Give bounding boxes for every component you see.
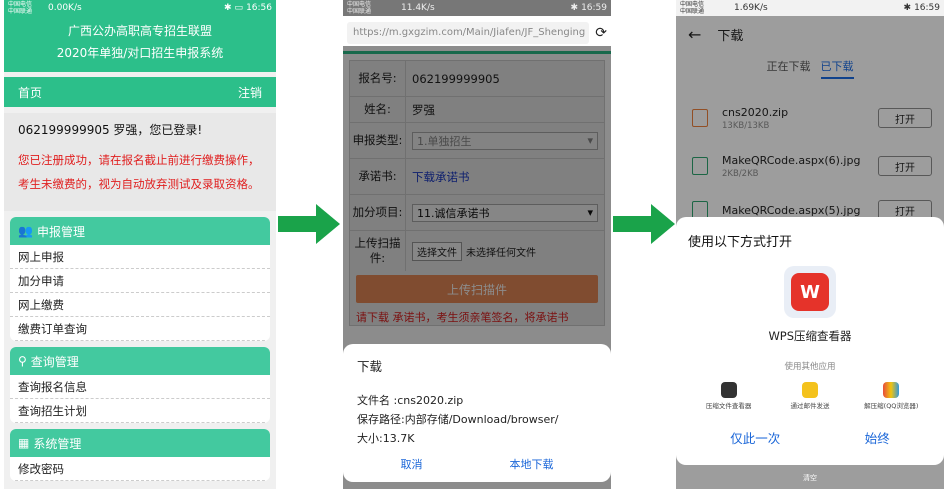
speed: 1.69K/s (734, 3, 768, 13)
battery-icon: ▭ (234, 3, 244, 13)
refresh-icon[interactable]: ⟳ (595, 25, 607, 41)
save-path: 保存路径:内部存储/Download/browser/ (357, 413, 559, 426)
menu-query: ⚲ 查询管理 查询报名信息 查询招生计划 (10, 347, 270, 423)
page-header: 广西公办高职高专招生联盟 2020年单独/对口招生申报系统 (4, 16, 276, 72)
carrier-1: 中国电信 (8, 1, 33, 8)
phone-screen-2: 中国电信 中国联通 11.4K/s ✱ 16:59 https://m.gxgzim… (343, 0, 611, 489)
app-label: 压缩文件查看器 (705, 402, 752, 410)
warning-line-1: 您已注册成功，请在报名截止前进行缴费操作， (18, 153, 260, 167)
status-bar: 中国电信 中国联通 0.00K/s ✱ ▭ 16:56 (4, 0, 276, 16)
always-button[interactable]: 始终 (865, 428, 890, 447)
menu-item[interactable]: 加分申请 (10, 269, 270, 293)
other-apps-label: 使用其他应用 (784, 362, 836, 372)
arrow-right-icon (278, 204, 340, 244)
local-download-button[interactable]: 本地下载 (510, 456, 554, 472)
file-size: 大小:13.7K (357, 432, 415, 445)
menu-item[interactable]: 修改密码 (10, 457, 270, 481)
action-row: 仅此一次 始终 (688, 428, 932, 447)
status-bar: 中国电信 中国联通 11.4K/s ✱ 16:59 (343, 0, 611, 16)
url-field[interactable]: https://m.gxgzim.com/Main/Jiafen/JF_Shen… (347, 22, 590, 44)
app-name: WPS压缩查看器 (768, 329, 852, 343)
nav-bar: 首页 注销 (4, 77, 276, 107)
menu-item[interactable]: 查询报名信息 (10, 375, 270, 399)
menu-system: ▦ 系统管理 修改密码 (10, 429, 270, 481)
file-name: 文件名 :cns2020.zip (357, 394, 464, 407)
other-apps: 压缩文件查看器 通过邮件发送 解压缩(QQ浏览器) (688, 382, 932, 410)
header-title-2: 2020年单独/对口招生申报系统 (56, 46, 224, 60)
open-with-sheet: 使用以下方式打开 W WPS压缩查看器 使用其他应用 压缩文件查看器 通过邮件发… (676, 217, 944, 465)
just-once-button[interactable]: 仅此一次 (730, 428, 780, 447)
phone-screen-1: 中国电信 中国联通 0.00K/s ✱ ▭ 16:56 广西公办高职高专招生联盟 20… (4, 0, 276, 489)
search-icon: ⚲ (18, 354, 27, 368)
menu-title: 系统管理 (33, 436, 82, 451)
arrow-right-icon (613, 204, 675, 244)
app-option[interactable]: 解压缩(QQ浏览器) (856, 382, 926, 410)
carrier-1: 中国电信 (680, 1, 705, 8)
speed: 11.4K/s (401, 3, 435, 13)
menu-title: 查询管理 (30, 354, 79, 369)
clock: 16:59 (581, 3, 607, 13)
app-option[interactable]: 通过邮件发送 (775, 382, 845, 410)
welcome-text: 062199999905 罗强，您已登录! (18, 123, 203, 137)
speed: 0.00K/s (48, 3, 82, 13)
phone-screen-3: 中国电信 中国联通 1.69K/s ✱ 16:59 ← 下载 正在下载 已下载 cn… (676, 0, 944, 489)
carrier-2: 中国联通 (347, 8, 372, 15)
address-bar: https://m.gxgzim.com/Main/Jiafen/JF_Shen… (347, 19, 607, 47)
carrier-1: 中国电信 (347, 1, 372, 8)
users-icon: 👥 (18, 224, 33, 238)
menu-header: ⚲ 查询管理 (10, 347, 270, 375)
bluetooth-icon: ✱ (570, 3, 579, 13)
menu-application: 👥 申报管理 网上申报 加分申请 网上缴费 缴费订单查询 (10, 217, 270, 341)
warning-line-2: 考生未缴费的，视为自动放弃测试及录取资格。 (18, 177, 260, 191)
menu-header: 👥 申报管理 (10, 217, 270, 245)
bluetooth-icon: ✱ (224, 3, 232, 13)
clear-button[interactable]: 清空 (676, 465, 944, 489)
home-link[interactable]: 首页 (18, 84, 42, 101)
carrier-2: 中国联通 (680, 8, 705, 15)
bluetooth-icon: ✱ (903, 3, 912, 13)
grid-icon: ▦ (18, 436, 30, 450)
clock: 16:59 (914, 3, 940, 13)
app-label: 通过邮件发送 (790, 402, 830, 410)
welcome-panel: 062199999905 罗强，您已登录! 您已注册成功，请在报名截止前进行缴费… (4, 113, 276, 211)
logout-link[interactable]: 注销 (238, 84, 262, 101)
status-bar: 中国电信 中国联通 1.69K/s ✱ 16:59 (676, 0, 944, 16)
menu-header: ▦ 系统管理 (10, 429, 270, 457)
carrier-2: 中国联通 (8, 8, 33, 15)
menu-item[interactable]: 网上申报 (10, 245, 270, 269)
wps-app-tile[interactable]: W (784, 266, 836, 318)
archive-viewer-icon (720, 382, 737, 398)
menu-title: 申报管理 (36, 224, 85, 239)
clock: 16:56 (246, 3, 272, 13)
menu-item[interactable]: 查询招生计划 (10, 399, 270, 423)
download-dialog: 下载 文件名 :cns2020.zip 保存路径:内部存储/Download/b… (343, 344, 611, 482)
menu-item[interactable]: 网上缴费 (10, 293, 270, 317)
wps-icon: W (791, 273, 829, 311)
menu-item[interactable]: 缴费订单查询 (10, 317, 270, 341)
sheet-title: 使用以下方式打开 (688, 235, 793, 250)
app-option[interactable]: 压缩文件查看器 (694, 382, 764, 410)
app-label: 解压缩(QQ浏览器) (864, 402, 919, 410)
mail-icon (801, 382, 818, 398)
cancel-button[interactable]: 取消 (401, 456, 423, 472)
header-title-1: 广西公办高职高专招生联盟 (67, 24, 212, 38)
dialog-title: 下载 (357, 359, 383, 374)
qq-browser-icon (883, 382, 900, 398)
